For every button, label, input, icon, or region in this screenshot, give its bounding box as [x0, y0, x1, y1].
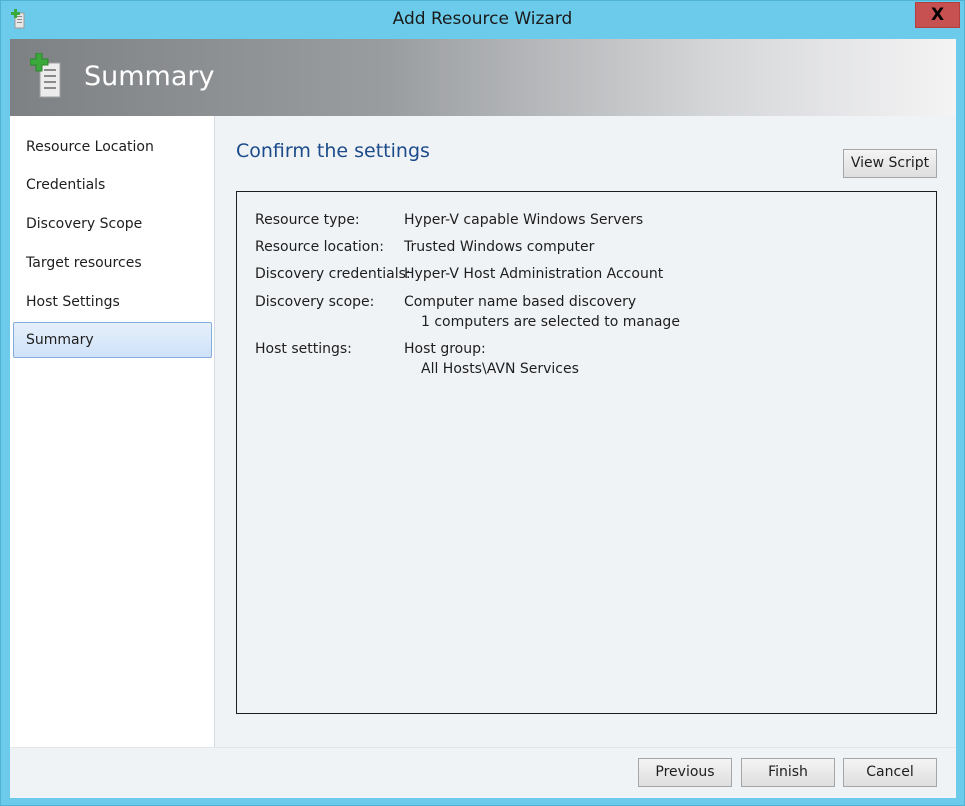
setting-label: Resource type:: [255, 212, 360, 228]
wizard-steps-sidebar: Resource Location Credentials Discovery …: [10, 116, 215, 747]
setting-value: Hyper-V capable Windows Servers: [404, 212, 644, 228]
setting-label: Discovery credentials:: [255, 266, 411, 282]
setting-label: Discovery scope:: [255, 294, 375, 310]
close-button[interactable]: X: [915, 2, 960, 28]
sidebar-item-summary[interactable]: Summary: [13, 322, 212, 358]
setting-value: Trusted Windows computer: [404, 239, 595, 255]
sidebar-item-target-resources[interactable]: Target resources: [13, 245, 212, 281]
server-add-icon: [29, 52, 66, 99]
sidebar-item-host-settings[interactable]: Host Settings: [13, 284, 212, 320]
wizard-window: Add Resource Wizard X Summary Resource L…: [0, 0, 965, 806]
setting-value: Computer name based discovery: [404, 294, 637, 310]
sidebar-item-resource-location[interactable]: Resource Location: [13, 129, 212, 165]
setting-detail: All Hosts\AVN Services: [421, 361, 579, 377]
sidebar-item-credentials[interactable]: Credentials: [13, 167, 212, 203]
settings-summary-panel: Resource type: Hyper-V capable Windows S…: [236, 191, 937, 714]
setting-label: Resource location:: [255, 239, 384, 255]
setting-value: Host group:: [404, 341, 486, 357]
section-heading: Confirm the settings: [236, 140, 430, 162]
page-title: Summary: [84, 61, 215, 92]
view-script-button[interactable]: View Script: [843, 149, 937, 178]
title-bar[interactable]: Add Resource Wizard X: [1, 1, 964, 39]
finish-button[interactable]: Finish: [741, 758, 835, 787]
wizard-body: Resource Location Credentials Discovery …: [10, 116, 956, 798]
sidebar-item-discovery-scope[interactable]: Discovery Scope: [13, 206, 212, 242]
setting-label: Host settings:: [255, 341, 352, 357]
setting-value: Hyper-V Host Administration Account: [404, 266, 664, 282]
previous-button[interactable]: Previous: [638, 758, 732, 787]
footer-divider: [10, 747, 956, 748]
header-banner: Summary: [10, 39, 956, 116]
cancel-button[interactable]: Cancel: [843, 758, 937, 787]
setting-detail: 1 computers are selected to manage: [421, 314, 680, 330]
window-title: Add Resource Wizard: [392, 9, 573, 29]
